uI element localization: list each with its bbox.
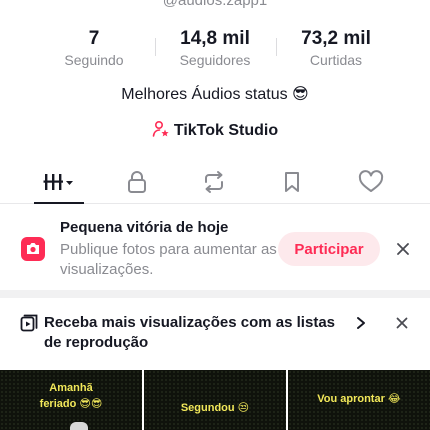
section-separator xyxy=(0,290,430,298)
following-count: 7 xyxy=(88,28,100,49)
thumbnail-texture xyxy=(144,370,286,430)
participate-button[interactable]: Participar xyxy=(278,232,380,266)
profile-bio: Melhores Áudios status 😎 xyxy=(121,86,309,103)
video-grid: Amanhã feriado 😎😎 Segundou 😒 Vou apronta… xyxy=(0,370,430,430)
bookmark-icon xyxy=(285,172,299,192)
likes-count: 73,2 mil xyxy=(301,28,371,49)
camera-icon xyxy=(21,237,45,261)
close-icon[interactable] xyxy=(394,240,412,258)
profile-handle: @audios.zapp1 xyxy=(162,0,268,9)
video-subject xyxy=(70,422,88,430)
video-thumbnail[interactable]: Segundou 😒 xyxy=(144,370,286,430)
video-thumbnail[interactable]: Vou aprontar 😂 xyxy=(288,370,430,430)
stat-following[interactable]: 7 Seguindo xyxy=(34,28,154,69)
video-caption: Segundou 😒 xyxy=(180,402,250,414)
stat-likes[interactable]: 73,2 mil Curtidas xyxy=(276,28,396,69)
tab-private[interactable] xyxy=(107,160,167,204)
tab-reposts[interactable] xyxy=(184,160,244,204)
video-caption: Vou aprontar 😂 xyxy=(317,393,401,405)
active-tab-indicator xyxy=(34,202,84,204)
chevron-right-icon[interactable] xyxy=(354,315,368,331)
challenge-title: Pequena vitória de hoje xyxy=(60,219,229,236)
profile-stats: 7 Seguindo 14,8 mil Seguidores 73,2 mil … xyxy=(0,28,430,72)
studio-icon xyxy=(152,120,169,137)
close-icon[interactable] xyxy=(394,315,410,331)
followers-count: 14,8 mil xyxy=(180,28,250,49)
profile-tabs xyxy=(0,160,430,204)
tab-saved[interactable] xyxy=(262,160,322,204)
tab-videos[interactable] xyxy=(29,160,89,204)
challenge-description: Publique fotos para aumentar as visualiz… xyxy=(60,241,277,278)
stat-followers[interactable]: 14,8 mil Seguidores xyxy=(155,28,275,69)
video-caption: Amanhã feriado 😎😎 xyxy=(39,382,103,410)
following-label: Seguindo xyxy=(64,52,124,68)
likes-label: Curtidas xyxy=(309,52,363,68)
videos-grid-icon xyxy=(43,174,73,190)
followers-label: Seguidores xyxy=(179,52,251,68)
playlist-promo-text: Receba mais visualizações com as listas … xyxy=(44,314,335,351)
studio-label: TikTok Studio xyxy=(173,122,279,139)
heart-icon xyxy=(358,170,384,192)
video-thumbnail[interactable]: Amanhã feriado 😎😎 xyxy=(0,370,142,430)
repost-icon xyxy=(205,171,223,193)
lock-icon xyxy=(128,171,146,193)
playlist-icon xyxy=(20,314,38,332)
tab-liked[interactable] xyxy=(341,160,401,204)
tiktok-studio-link[interactable]: TikTok Studio xyxy=(0,120,430,140)
